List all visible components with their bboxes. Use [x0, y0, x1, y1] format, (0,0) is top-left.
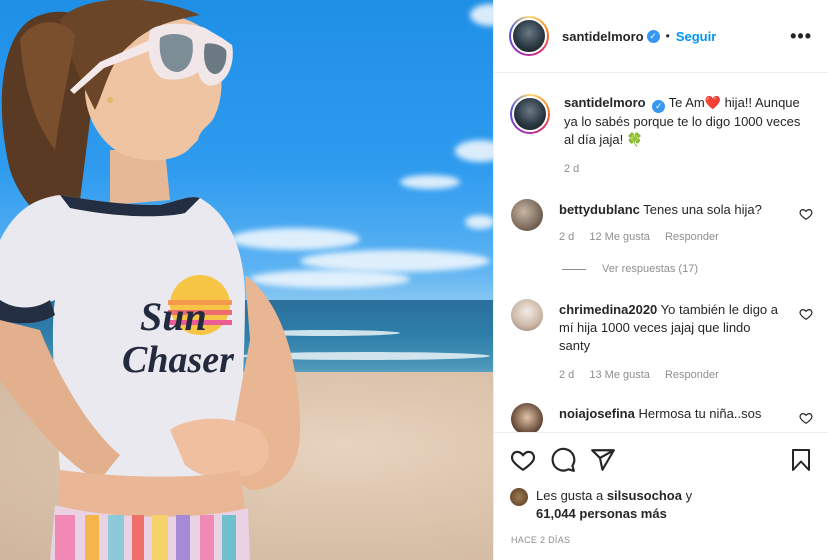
- comment-time[interactable]: 2 d: [559, 231, 574, 243]
- author-avatar[interactable]: [509, 16, 549, 56]
- clover-emoji: 🍀: [626, 132, 644, 147]
- caption-text: hija!!: [720, 95, 753, 110]
- more-options-icon[interactable]: •••: [790, 26, 812, 47]
- reply-button[interactable]: Responder: [665, 231, 719, 243]
- caption-text: Te Am: [668, 95, 705, 110]
- verified-badge-icon: ✓: [646, 29, 660, 43]
- comment-username[interactable]: chrimedina2020: [559, 302, 657, 317]
- comment-time[interactable]: 2 d: [559, 369, 574, 381]
- caption-username[interactable]: santidelmoro: [564, 95, 646, 110]
- comment-like-heart-icon[interactable]: [799, 307, 813, 321]
- cloud: [465, 215, 493, 229]
- like-heart-icon[interactable]: [510, 447, 536, 473]
- comment-text: Hermosa tu niña..sos: [638, 406, 762, 421]
- post-header: santidelmoro ✓ • Seguir •••: [494, 0, 828, 73]
- view-replies-button[interactable]: Ver respuestas (17): [562, 263, 813, 275]
- bookmark-icon[interactable]: [789, 447, 813, 473]
- divider: [562, 268, 586, 270]
- cloud: [400, 175, 460, 189]
- comment-item: chrimedina2020 Yo también le digo a mí h…: [510, 299, 813, 381]
- share-icon[interactable]: [590, 447, 616, 473]
- comment-likes[interactable]: 12 Me gusta: [589, 231, 650, 243]
- comment-username[interactable]: bettydublanc: [559, 202, 640, 217]
- cloud: [470, 4, 493, 26]
- likes-middle: y: [681, 488, 693, 503]
- comments-list[interactable]: santidelmoro ✓ Te Am❤️ hija!! Aunque ya …: [494, 74, 828, 432]
- commenter-avatar[interactable]: [511, 403, 543, 432]
- girl-figure: Sun Chaser: [0, 0, 300, 560]
- likes-summary: Les gusta a silsusochoa y 61,044 persona…: [510, 487, 813, 523]
- caption-time[interactable]: 2 d: [564, 163, 579, 175]
- comment-icon[interactable]: [550, 447, 576, 473]
- comment-item: bettydublanc Tenes una sola hija? 2 d 12…: [510, 199, 813, 243]
- action-icons: [510, 433, 813, 487]
- verified-badge-icon: ✓: [652, 100, 666, 113]
- liker-avatar[interactable]: [510, 488, 528, 506]
- caption-author-avatar[interactable]: [510, 94, 550, 134]
- posted-time[interactable]: HACE 2 DÍAS: [511, 535, 813, 545]
- comment-like-heart-icon[interactable]: [799, 207, 813, 221]
- comment-username[interactable]: noiajosefina: [559, 406, 635, 421]
- separator-dot: •: [665, 29, 670, 43]
- cloud: [455, 140, 493, 162]
- comment-like-heart-icon[interactable]: [799, 411, 813, 425]
- commenter-avatar[interactable]: [511, 199, 543, 231]
- comment-text: Tenes una sola hija?: [643, 202, 762, 217]
- comment-likes[interactable]: 13 Me gusta: [589, 369, 650, 381]
- shirt-print-chaser: Chaser: [122, 339, 235, 381]
- shirt-print-sun: Sun: [140, 294, 207, 339]
- post-photo[interactable]: Sun Chaser: [0, 0, 493, 560]
- post-side-panel: santidelmoro ✓ • Seguir ••• santidelmoro…: [493, 0, 828, 560]
- liker-username[interactable]: silsusochoa: [607, 488, 682, 503]
- post-actions: Les gusta a silsusochoa y 61,044 persona…: [494, 432, 828, 560]
- follow-button[interactable]: Seguir: [676, 29, 716, 44]
- commenter-avatar[interactable]: [511, 299, 543, 331]
- view-replies-label[interactable]: Ver respuestas (17): [602, 263, 698, 275]
- likes-prefix: Les gusta a: [536, 488, 607, 503]
- comment-item: noiajosefina Hermosa tu niña..sos: [510, 403, 813, 432]
- author-username[interactable]: santidelmoro: [562, 29, 644, 44]
- likes-count[interactable]: 61,044 personas más: [536, 506, 667, 521]
- post-caption: santidelmoro ✓ Te Am❤️ hija!! Aunque ya …: [510, 74, 813, 175]
- reply-button[interactable]: Responder: [665, 369, 719, 381]
- heart-emoji: ❤️: [704, 95, 721, 110]
